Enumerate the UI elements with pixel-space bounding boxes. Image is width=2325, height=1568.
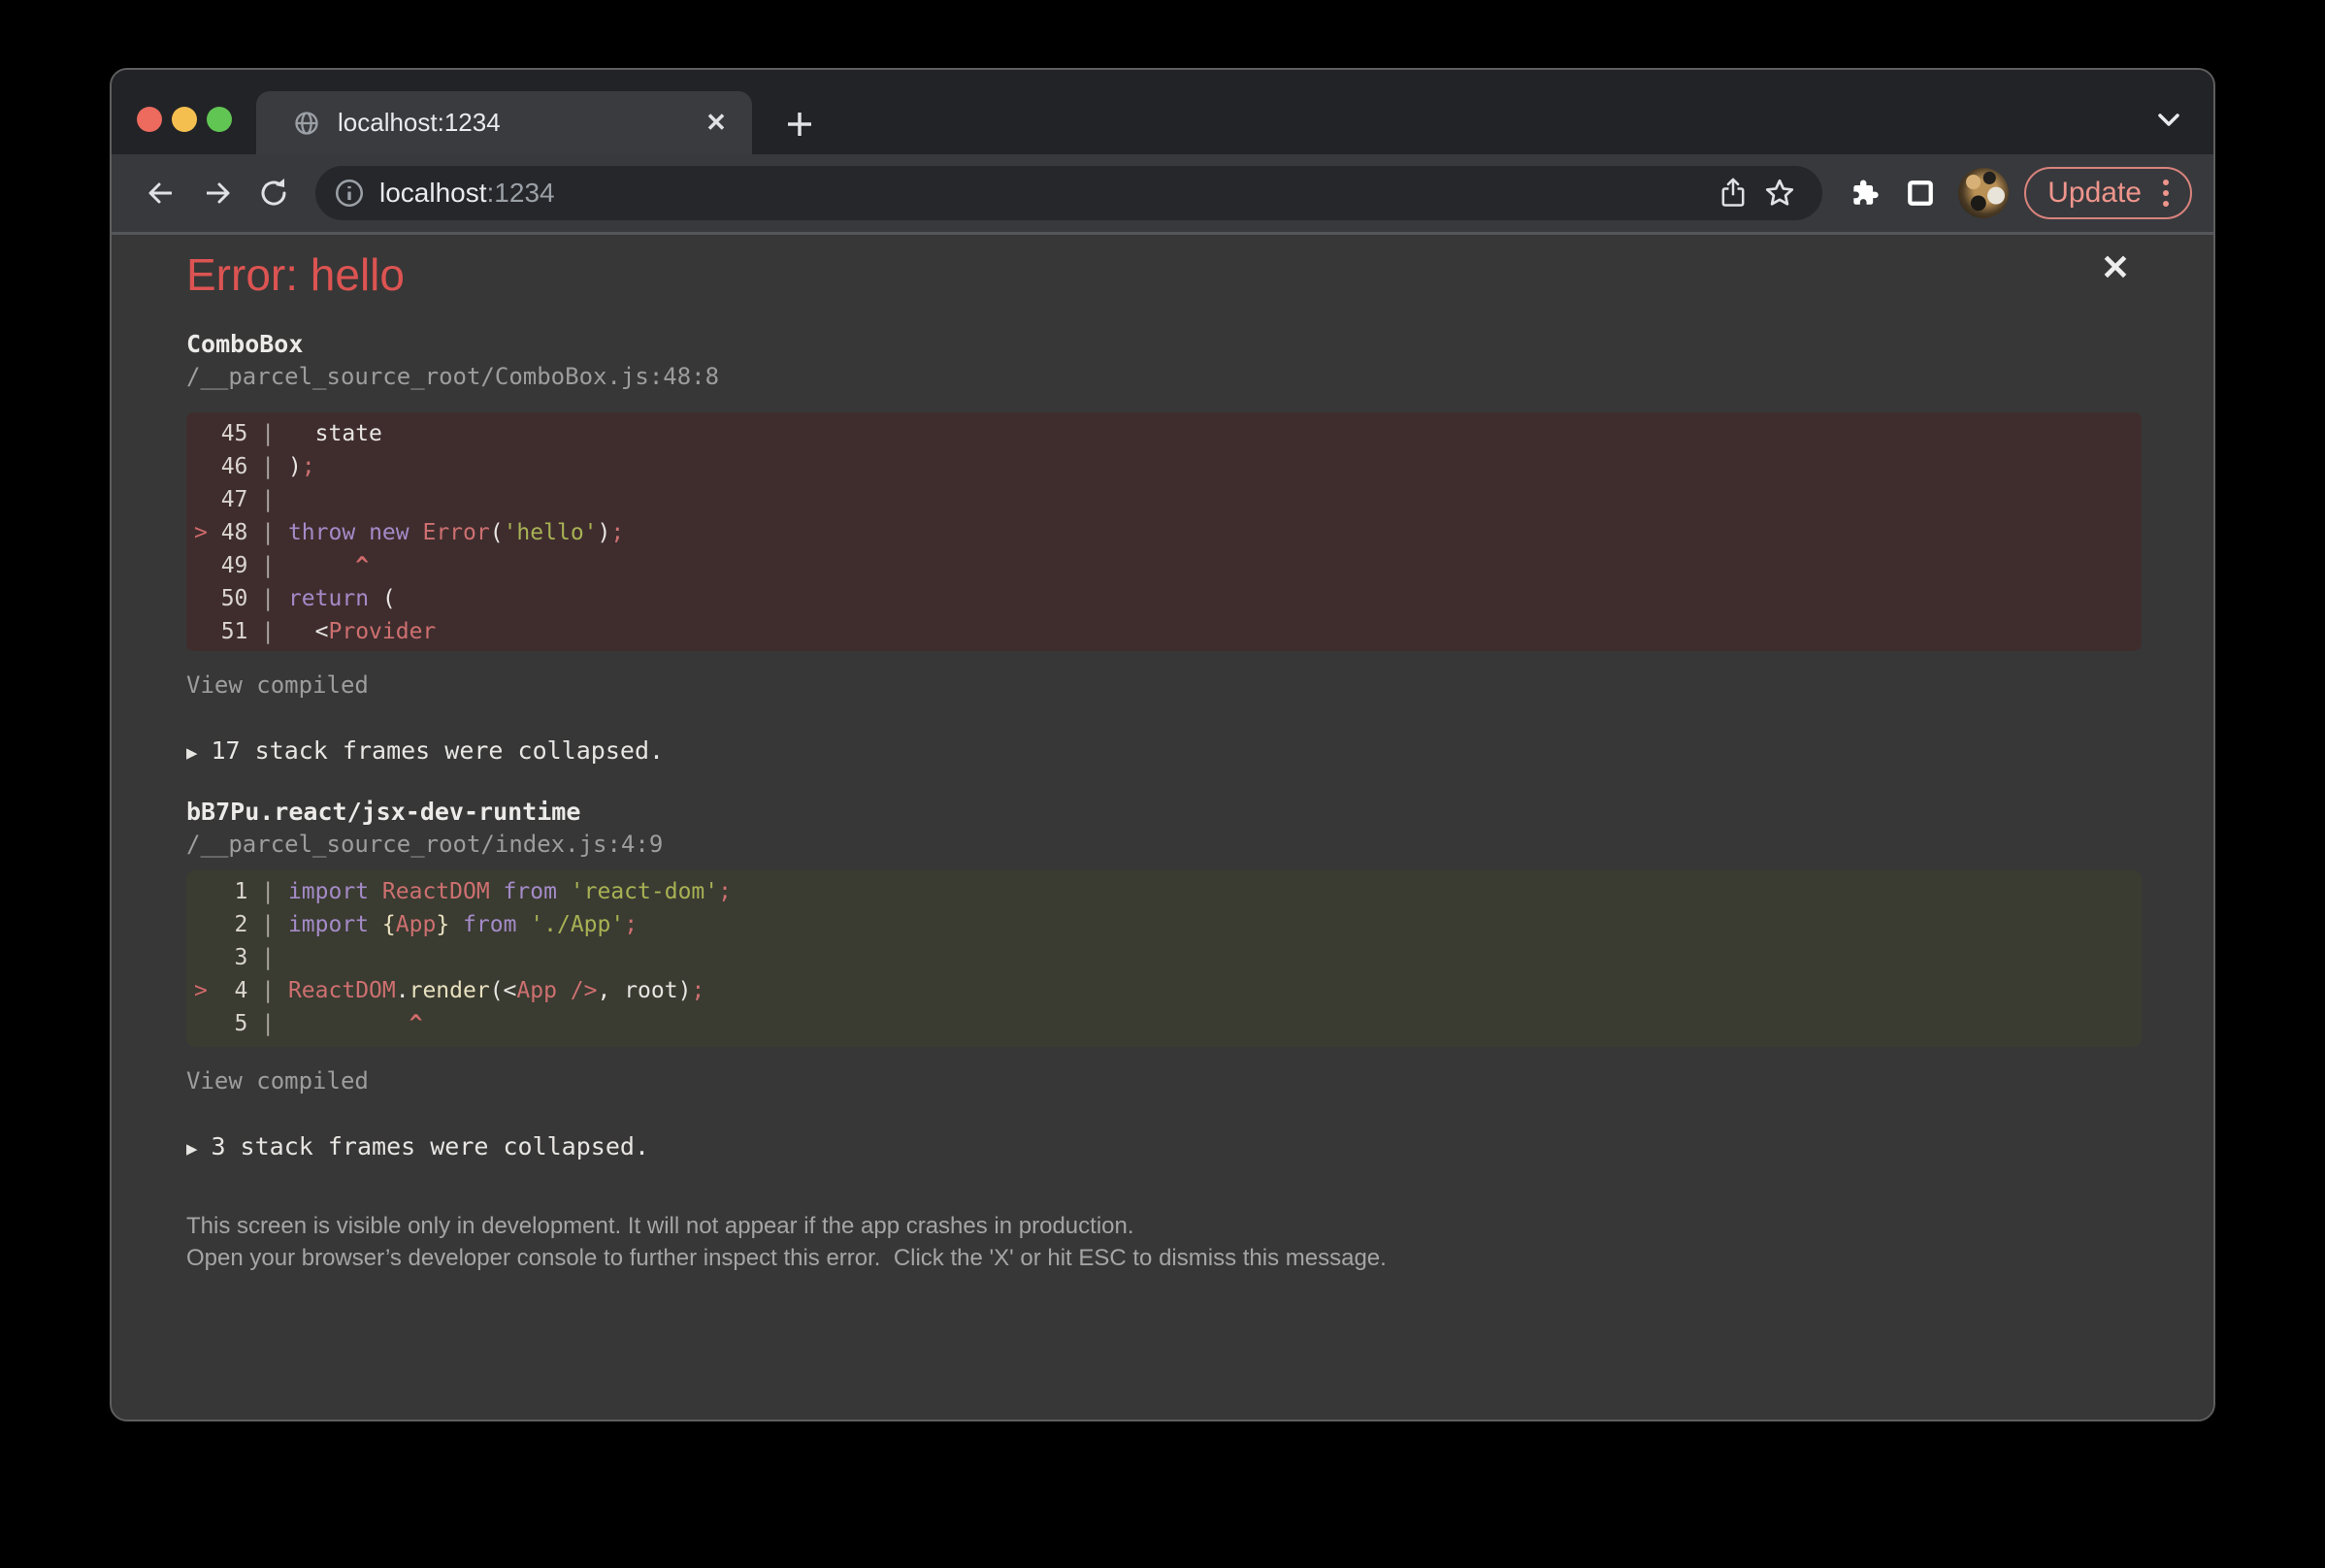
tab-localhost[interactable]: localhost:1234 ✕ (256, 91, 752, 154)
site-info-icon[interactable] (333, 177, 366, 210)
stack-frame-heading: bB7Pu.react/jsx-dev-runtime (186, 798, 580, 826)
update-label: Update (2047, 177, 2142, 210)
browser-window: localhost:1234 ✕ (110, 68, 2215, 1421)
collapse-triangle-icon: ▶ (186, 742, 197, 764)
share-button[interactable] (1710, 170, 1756, 216)
code-line: 50 | return ( (186, 582, 2142, 615)
bookmark-star-button[interactable] (1756, 170, 1803, 216)
stack-frame-path: /__parcel_source_root/ComboBox.js:48:8 (186, 363, 719, 390)
reload-icon (256, 176, 291, 211)
code-line: 49 | ^ (186, 549, 2142, 582)
code-snippet: 45 | state 46 | ); 47 | > 48 | throw new… (186, 412, 2142, 651)
forward-button[interactable] (189, 165, 246, 221)
collapsed-frames-toggle[interactable]: ▶ 3 stack frames were collapsed. (186, 1132, 649, 1160)
tab-close-icon[interactable]: ✕ (700, 107, 733, 140)
code-line: 2 | import {App} from './App'; (186, 908, 2142, 941)
extensions-button[interactable] (1836, 165, 1892, 221)
collapsed-frames-label: 17 stack frames were collapsed. (211, 736, 664, 765)
window-controls (137, 107, 232, 132)
new-tab-button[interactable] (777, 105, 822, 144)
update-menu-button[interactable]: Update (2024, 167, 2192, 219)
address-bar[interactable]: localhost:1234 (315, 166, 1822, 220)
side-panel-button[interactable] (1892, 165, 1948, 221)
code-line: 51 | <Provider (186, 615, 2142, 648)
tab-search-chevron-button[interactable] (2149, 103, 2188, 138)
puzzle-icon (1849, 178, 1880, 209)
chevron-down-icon (2154, 111, 2183, 130)
close-window-button[interactable] (137, 107, 162, 132)
code-line: 3 | (186, 941, 2142, 974)
side-panel-icon (1906, 179, 1935, 208)
code-line: > 4 | ReactDOM.render(<App />, root); (186, 974, 2142, 1007)
collapse-triangle-icon: ▶ (186, 1138, 197, 1160)
footer-note-development: This screen is visible only in developme… (186, 1213, 1134, 1240)
error-overlay: Error: hello ✕ ComboBox /__parcel_source… (112, 235, 2213, 1420)
view-compiled-link[interactable]: View compiled (186, 1067, 369, 1094)
back-arrow-icon (144, 176, 179, 211)
code-line: 45 | state (186, 417, 2142, 450)
code-line: 1 | import ReactDOM from 'react-dom'; (186, 875, 2142, 908)
code-line: 47 | (186, 483, 2142, 516)
url-text: localhost:1234 (379, 178, 1710, 209)
reload-button[interactable] (246, 165, 302, 221)
browser-toolbar: localhost:1234 (112, 154, 2213, 235)
tab-strip: localhost:1234 ✕ (112, 70, 2213, 154)
footer-note-dismiss: Open your browser’s developer console to… (186, 1245, 1387, 1272)
url-port: :1234 (487, 178, 555, 208)
profile-avatar[interactable] (1958, 168, 2009, 218)
overlay-close-icon[interactable]: ✕ (2101, 250, 2130, 285)
code-line: > 48 | throw new Error('hello'); (186, 516, 2142, 549)
url-host: localhost (379, 178, 487, 208)
code-line: 46 | ); (186, 450, 2142, 483)
collapsed-frames-label: 3 stack frames were collapsed. (211, 1132, 649, 1160)
forward-arrow-icon (200, 176, 235, 211)
code-snippet: 1 | import ReactDOM from 'react-dom'; 2 … (186, 870, 2142, 1047)
collapsed-frames-toggle[interactable]: ▶ 17 stack frames were collapsed. (186, 736, 664, 765)
stack-frame-path: /__parcel_source_root/index.js:4:9 (186, 831, 663, 858)
minimize-window-button[interactable] (172, 107, 197, 132)
back-button[interactable] (133, 165, 189, 221)
view-compiled-link[interactable]: View compiled (186, 671, 369, 699)
zoom-window-button[interactable] (207, 107, 232, 132)
tab-title: localhost:1234 (338, 108, 700, 138)
error-title: Error: hello (186, 248, 405, 301)
kebab-menu-icon (2157, 180, 2175, 207)
code-line: 5 | ^ (186, 1007, 2142, 1040)
globe-favicon-icon (293, 110, 320, 137)
stack-frame-heading: ComboBox (186, 330, 303, 358)
plus-icon (783, 108, 816, 141)
